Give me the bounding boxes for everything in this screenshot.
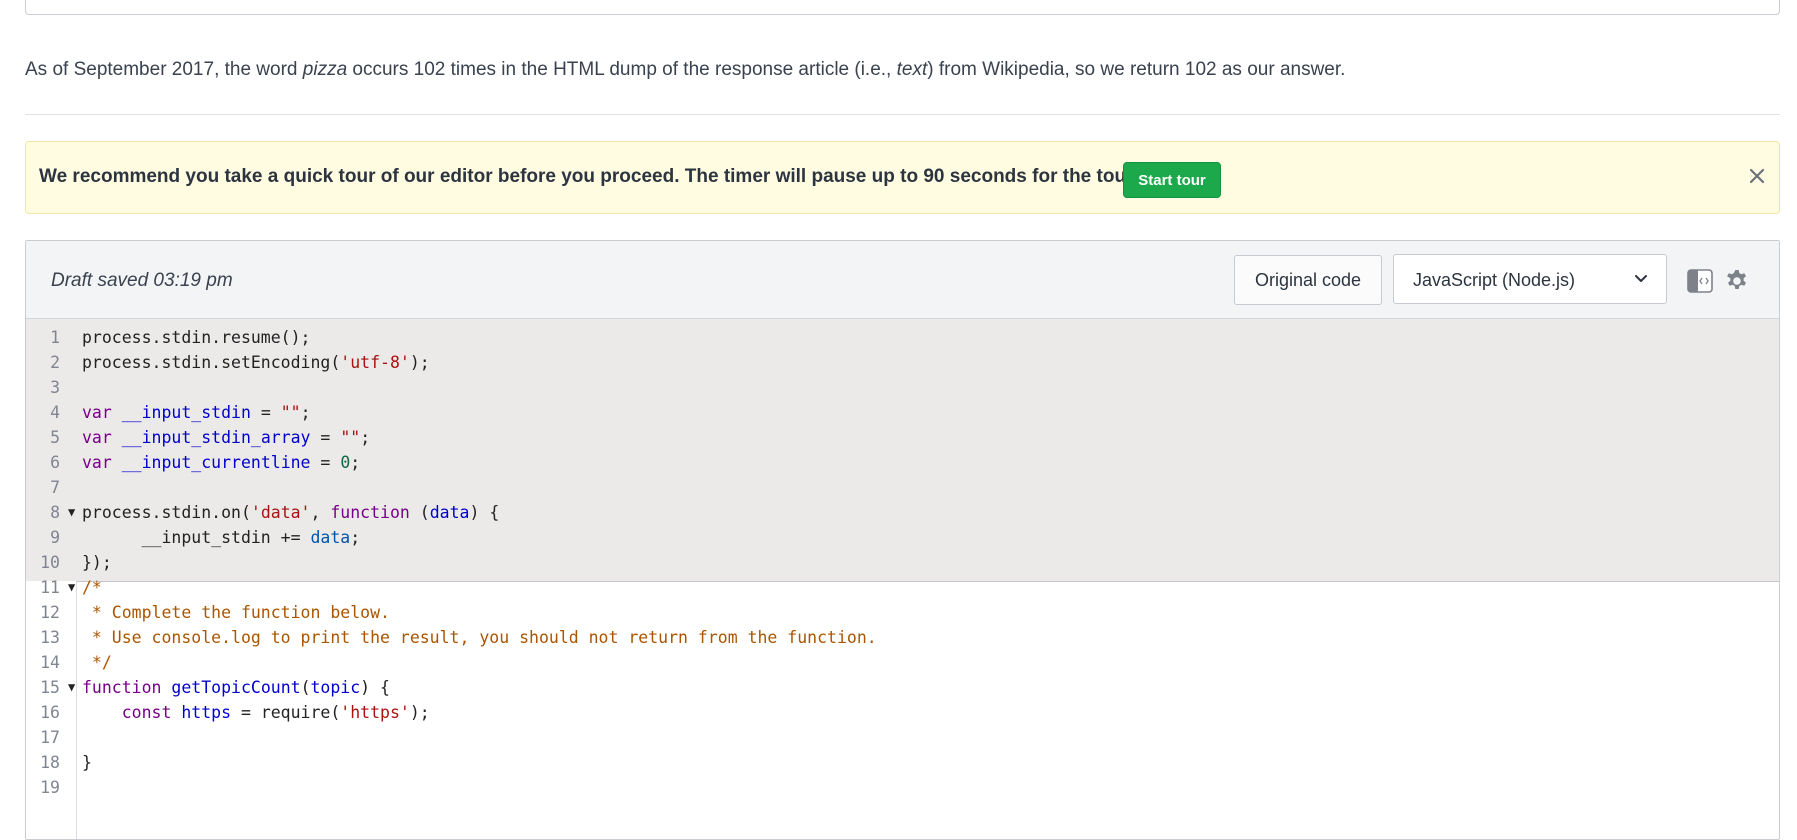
line-number: 18: [40, 753, 60, 772]
explanation-text: occurs 102 times in the HTML dump of the…: [347, 59, 897, 80]
line-number: 2: [50, 353, 60, 372]
code-line: 11 ▼/*: [26, 575, 1779, 600]
gear-icon[interactable]: [1725, 269, 1749, 293]
fold-toggle-icon[interactable]: ▼: [68, 575, 75, 600]
fold-toggle-icon[interactable]: ▼: [68, 500, 75, 525]
language-select[interactable]: JavaScript (Node.js): [1393, 254, 1667, 304]
line-number: 6: [50, 453, 60, 472]
line-number: 1: [50, 328, 60, 347]
code-line: 7: [26, 475, 1779, 500]
explanation-term: pizza: [302, 59, 348, 80]
line-number: 8: [50, 503, 60, 522]
explanation-text: ) from Wikipedia, so we return 102 as ou…: [927, 59, 1346, 80]
line-number: 11: [40, 578, 60, 597]
line-number: 7: [50, 478, 60, 497]
code-line: 13 * Use console.log to print the result…: [26, 625, 1779, 650]
code-line: 15 ▼ function getTopicCount(topic) {: [26, 675, 1779, 700]
line-number: 12: [40, 603, 60, 622]
start-tour-button[interactable]: Start tour: [1123, 162, 1221, 198]
code-editor: Draft saved 03:19 pm Original code JavaS…: [25, 240, 1780, 840]
line-number: 4: [50, 403, 60, 422]
line-number: 10: [40, 553, 60, 572]
code-line: 1 process.stdin.resume();: [26, 325, 1779, 350]
code-line: 9 __input_stdin += data;: [26, 525, 1779, 550]
line-number: 14: [40, 653, 60, 672]
layout-toggle-icon[interactable]: [1687, 269, 1713, 293]
line-number: 13: [40, 628, 60, 647]
tour-banner: We recommend you take a quick tour of ou…: [25, 141, 1780, 214]
code-line: 10});: [26, 550, 1779, 575]
chevron-down-icon: [1635, 275, 1647, 282]
code-area[interactable]: 1 process.stdin.resume(); 2 process.stdin.…: [26, 325, 1779, 800]
close-icon[interactable]: [1747, 166, 1767, 186]
language-select-value: JavaScript (Node.js): [1413, 270, 1576, 290]
code-line: 5 var __input_stdin_array = "";: [26, 425, 1779, 450]
line-number: 9: [50, 528, 60, 547]
fold-toggle-icon[interactable]: ▼: [68, 675, 75, 700]
code-line: 12 * Complete the function below.: [26, 600, 1779, 625]
line-number: 15: [40, 678, 60, 697]
explanation-term: text: [896, 59, 928, 80]
line-number: 5: [50, 428, 60, 447]
editor-toolbar: Draft saved 03:19 pm Original code JavaS…: [26, 241, 1779, 319]
code-line: 14 */: [26, 650, 1779, 675]
line-number: 17: [40, 728, 60, 747]
code-line: 6 var __input_currentline = 0;: [26, 450, 1779, 475]
code-line: 16 const https = require('https');: [26, 700, 1779, 725]
code-line: 3: [26, 375, 1779, 400]
code-line: 4 var __input_stdin = "";: [26, 400, 1779, 425]
code-line: 19: [26, 775, 1779, 800]
explanation-text: As of September 2017, the word: [25, 59, 303, 80]
code-line: 18}: [26, 750, 1779, 775]
original-code-button[interactable]: Original code: [1234, 255, 1382, 305]
previous-panel-border: [25, 0, 1780, 15]
code-line: 2 process.stdin.setEncoding('utf-8');: [26, 350, 1779, 375]
line-number: 19: [40, 778, 60, 797]
tour-message: We recommend you take a quick tour of ou…: [39, 166, 1138, 187]
code-line: 8 ▼ process.stdin.on('data', function (dat…: [26, 500, 1779, 525]
line-number: 3: [50, 378, 60, 397]
line-number: 16: [40, 703, 60, 722]
sample-explanation: As of September 2017, the word pizza occ…: [25, 59, 1345, 81]
code-line: 17: [26, 725, 1779, 750]
divider: [25, 114, 1780, 115]
draft-status: Draft saved 03:19 pm: [51, 270, 233, 291]
